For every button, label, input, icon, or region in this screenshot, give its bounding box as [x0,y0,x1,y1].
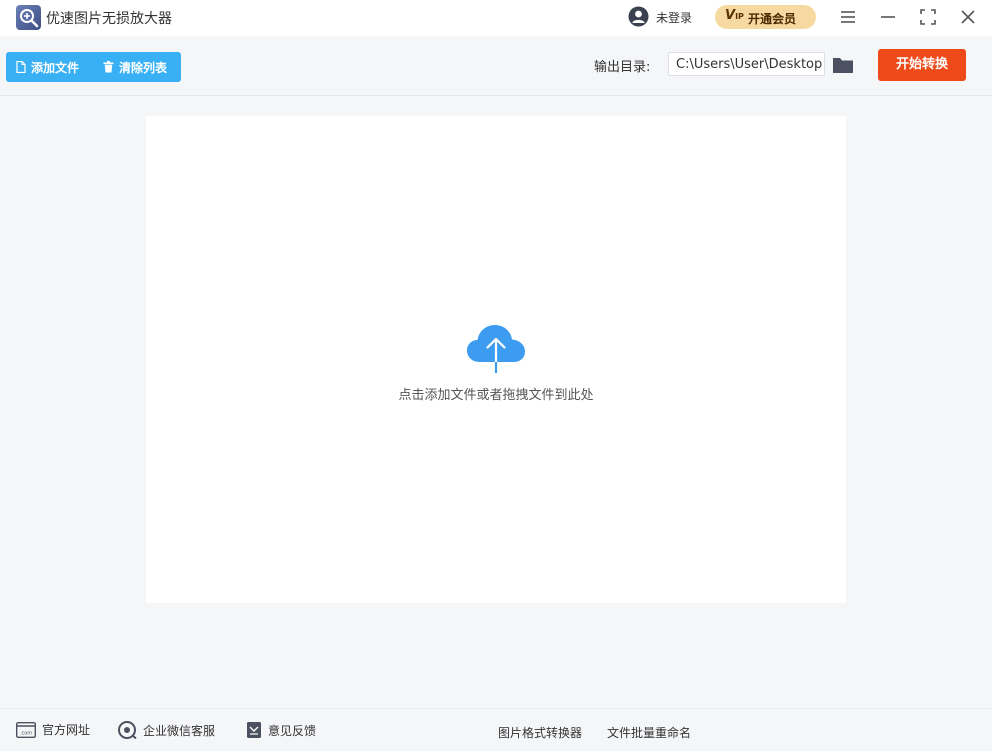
start-convert-button[interactable]: 开始转换 [878,49,966,81]
clear-list-label: 清除列表 [119,60,168,75]
folder-icon[interactable] [832,56,854,74]
menu-icon[interactable] [838,7,858,27]
cloud-upload-icon [467,325,525,373]
chat-bubble-icon [118,721,137,739]
dropzone-hint: 点击添加文件或者拖拽文件到此处 [398,388,594,403]
official-website-link[interactable]: .com 官方网址 [16,721,90,738]
svg-text:.com: .com [20,730,32,736]
add-file-label: 添加文件 [31,60,80,75]
app-logo [16,5,41,30]
toolbar: 添加文件 清除列表 输出目录: C:\Users\User\Desktop 开始… [0,39,992,96]
wechat-support-link[interactable]: 企业微信客服 [117,721,215,739]
vip-badge: VIP [725,8,744,23]
add-file-button[interactable]: 添加文件 [16,52,79,82]
batch-rename-link[interactable]: 文件批量重命名 [607,724,691,741]
app-title: 优速图片无损放大器 [46,11,172,27]
output-dir-field[interactable]: C:\Users\User\Desktop [668,52,825,76]
close-icon[interactable] [958,7,978,27]
wechat-support-label: 企业微信客服 [143,723,216,738]
file-button-group: 添加文件 清除列表 [6,52,181,82]
file-dropzone[interactable]: 点击添加文件或者拖拽文件到此处 [146,116,846,603]
website-icon: .com [16,721,36,738]
maximize-icon[interactable] [918,7,938,27]
trash-icon [103,61,114,73]
output-dir-label: 输出目录: [594,60,651,75]
magnifier-icon [20,9,39,28]
minimize-icon[interactable] [878,7,898,27]
feedback-label: 意见反馈 [268,723,317,738]
feedback-link[interactable]: 意见反馈 [246,721,316,739]
title-bar: 优速图片无损放大器 未登录 VIP 开通会员 [0,0,992,36]
login-status[interactable]: 未登录 [656,9,692,26]
format-converter-link[interactable]: 图片格式转换器 [498,724,582,741]
official-website-label: 官方网址 [42,723,91,737]
feedback-icon [247,722,261,738]
footer: .com 官方网址 企业微信客服 意见反馈 图片格式转换器 文件批量重命名 [0,708,992,751]
clear-list-button[interactable]: 清除列表 [103,52,167,82]
file-icon [16,61,26,73]
vip-button[interactable]: VIP 开通会员 [715,5,816,29]
user-avatar-icon[interactable] [628,6,649,27]
vip-label: 开通会员 [748,12,797,26]
